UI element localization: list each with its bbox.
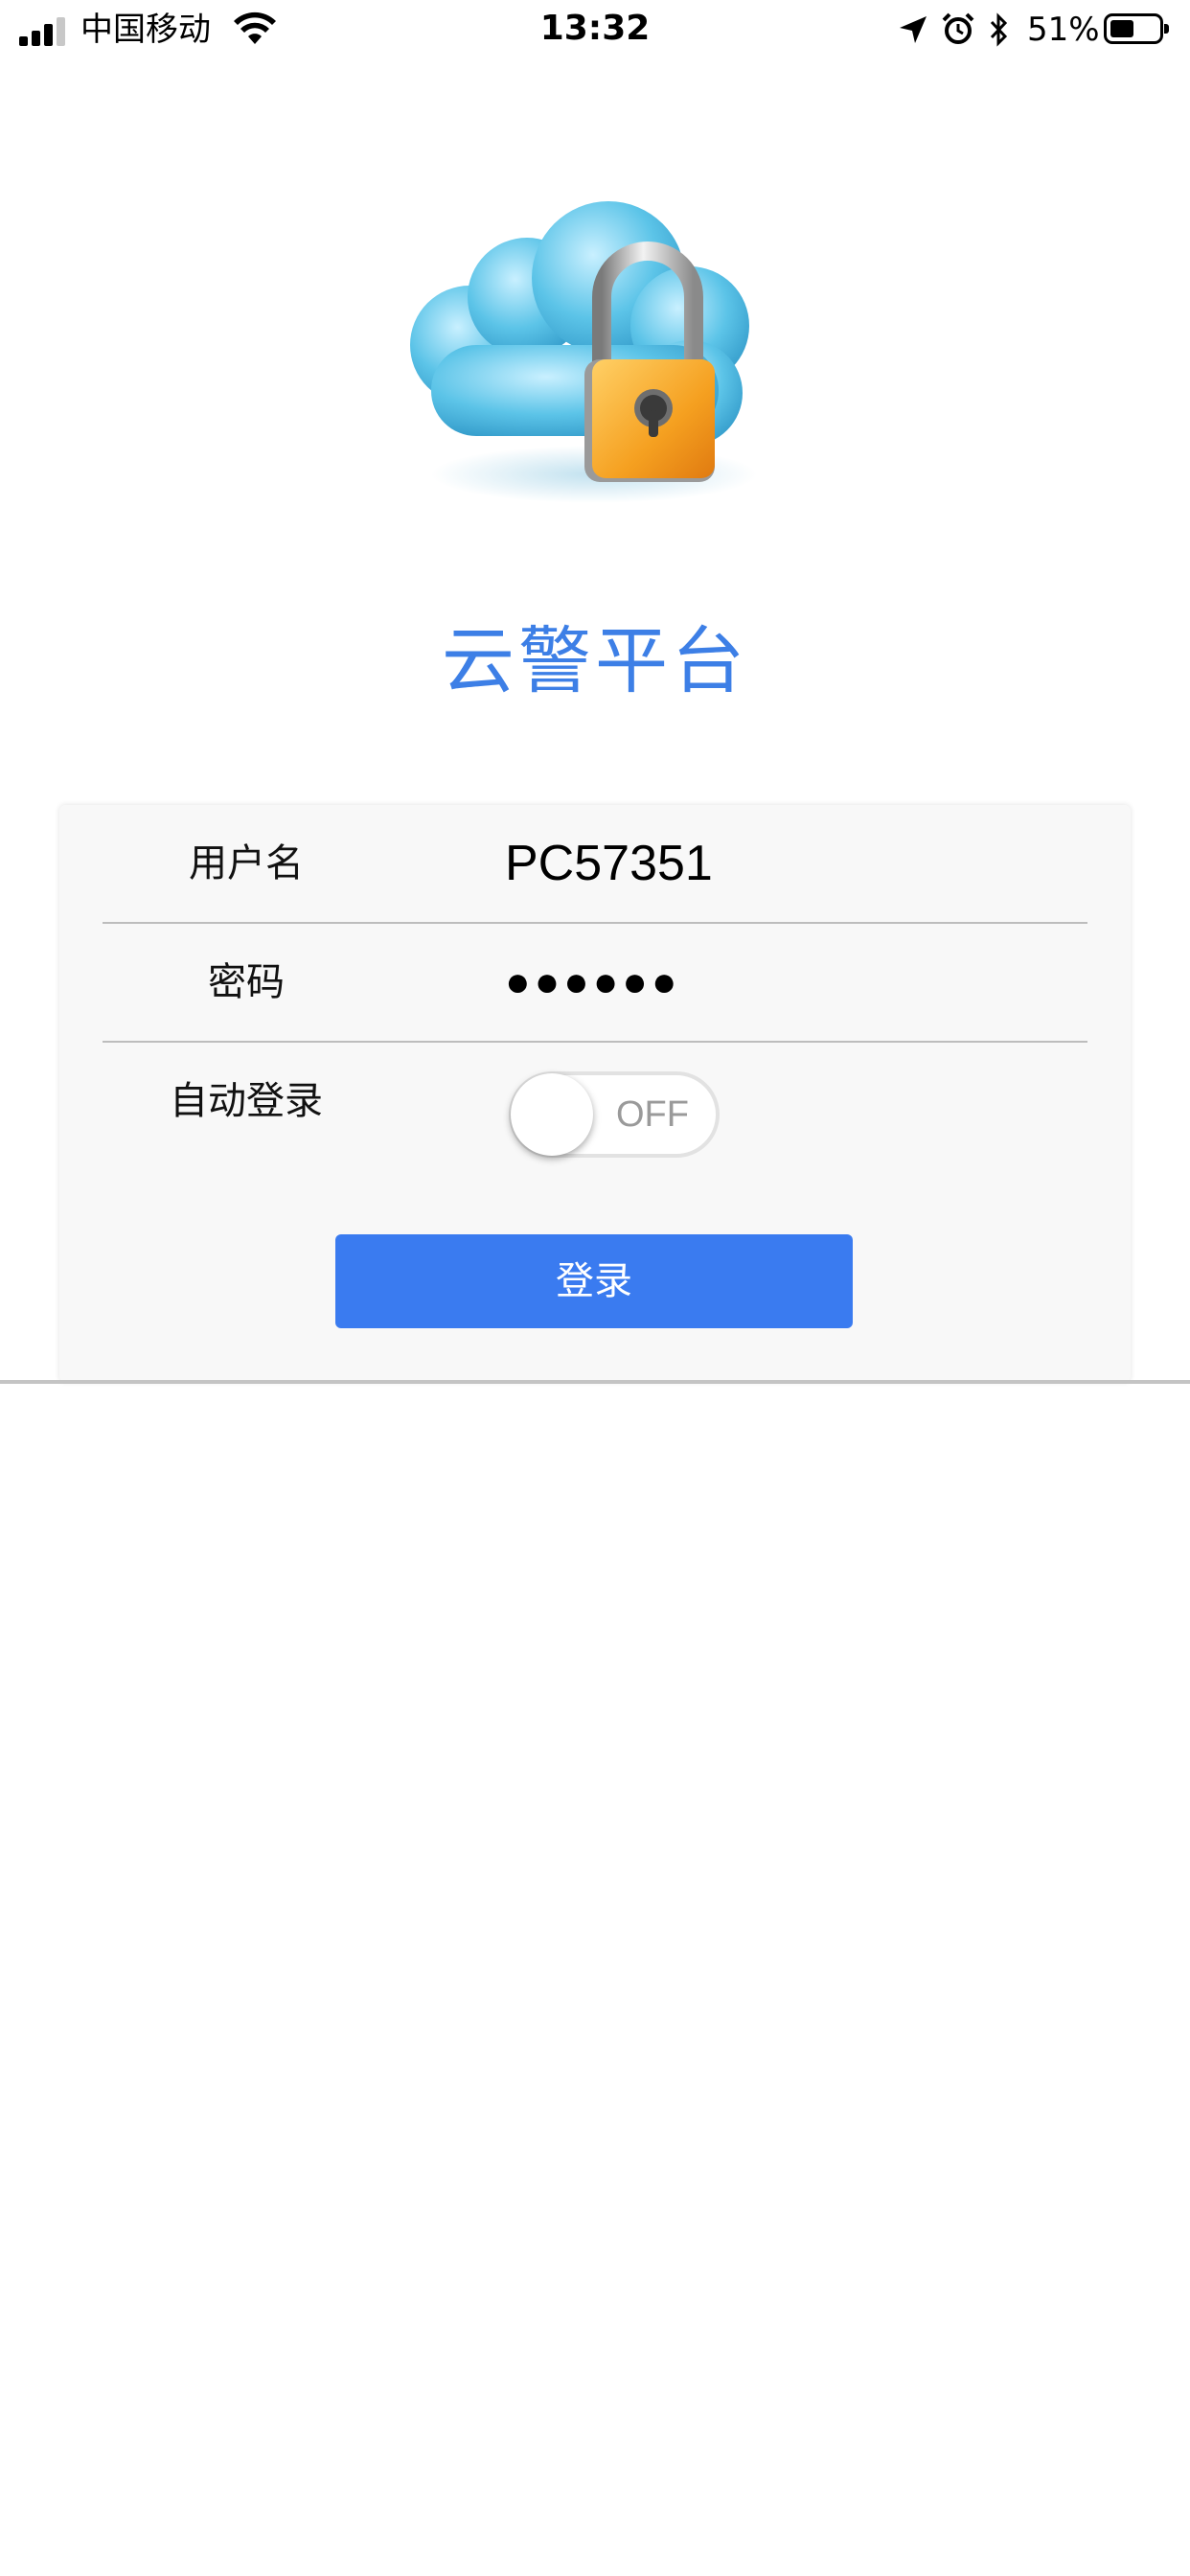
- alarm-icon: [942, 12, 974, 44]
- battery-fill: [1110, 20, 1133, 37]
- login-button[interactable]: 登录: [335, 1234, 853, 1328]
- password-label: 密码: [208, 960, 285, 1004]
- password-row: 密码 ●●●●●●: [103, 924, 1087, 1043]
- divider: [0, 1380, 1190, 1384]
- app-title: 云警平台: [442, 618, 748, 703]
- auto-login-toggle[interactable]: OFF: [509, 1071, 720, 1158]
- login-form: 用户名 PC57351 密码 ●●●●●● 自动登录 OFF 登录: [59, 805, 1131, 1382]
- username-label: 用户名: [189, 841, 304, 886]
- location-icon: [900, 16, 927, 43]
- auto-login-label: 自动登录: [170, 1079, 323, 1123]
- toggle-knob: [511, 1073, 593, 1156]
- clock: 13:32: [539, 9, 651, 48]
- auto-login-row: 自动登录 OFF: [103, 1043, 1087, 1160]
- cloud-lock-icon: [410, 201, 757, 503]
- status-bar: 中国移动 13:32 51%: [0, 0, 1190, 59]
- bluetooth-icon: [990, 12, 1008, 47]
- username-row: 用户名 PC57351: [103, 805, 1087, 924]
- battery-icon: [1104, 13, 1169, 44]
- username-field[interactable]: PC57351: [505, 805, 713, 922]
- battery-percent: 51%: [1027, 11, 1100, 49]
- login-screen: 中国移动 13:32 51% 云警平台 用户名 PC57351 密码 ●●●●●…: [0, 0, 1190, 2576]
- toggle-state-label: OFF: [616, 1094, 689, 1135]
- password-field[interactable]: ●●●●●●: [505, 924, 680, 1041]
